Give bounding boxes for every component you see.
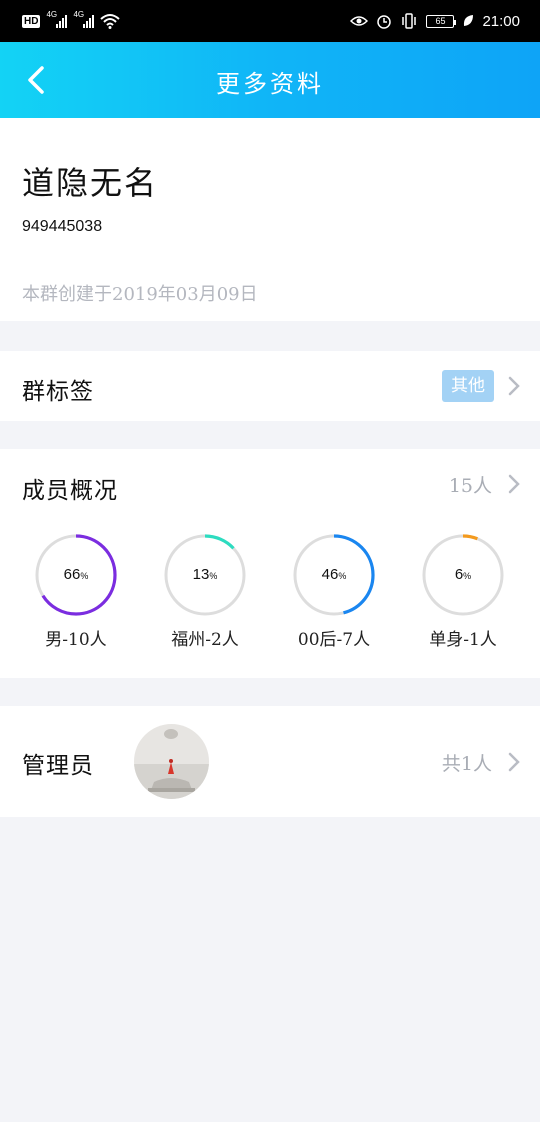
group-tag-badge: 其他	[442, 370, 494, 402]
member-stat-percent: 66%	[63, 566, 89, 583]
admin-count: 共1人	[441, 753, 492, 775]
member-stats: 66% 男-10人 13% 福州-2人 46% 00后-7人 6% 单身-1人	[0, 533, 540, 663]
wifi-icon	[100, 14, 121, 29]
group-tag-row[interactable]: 群标签 其他	[0, 351, 540, 421]
member-stat-2: 46% 00后-7人	[284, 533, 384, 650]
member-stat-label: 福州-2人	[171, 630, 239, 650]
member-stat-3: 6% 单身-1人	[413, 533, 513, 650]
member-count: 15人	[448, 475, 492, 497]
member-stat-percent: 13%	[192, 566, 218, 583]
member-stat-1: 13% 福州-2人	[155, 533, 255, 650]
clock-time: 21:00	[482, 12, 520, 30]
app-header: 更多资料	[0, 42, 540, 118]
chevron-right-icon	[508, 752, 520, 772]
page-title: 更多资料	[216, 70, 324, 98]
signal-icon: 4G	[46, 10, 68, 28]
vibrate-icon	[402, 13, 417, 29]
group-id: 949445038	[22, 218, 103, 235]
group-tag-label: 群标签	[22, 379, 94, 405]
network-type-1: 4G	[46, 10, 58, 19]
group-info-card: 道隐无名 949445038 本群创建于2019年03月09日	[0, 118, 540, 321]
group-name: 道隐无名	[22, 164, 159, 202]
member-stat-percent: 6%	[454, 566, 472, 583]
chevron-right-icon	[508, 376, 520, 396]
member-stat-0: 66% 男-10人	[26, 533, 126, 650]
member-overview-label: 成员概况	[22, 478, 118, 504]
member-stat-label: 单身-1人	[429, 630, 497, 650]
admin-label: 管理员	[22, 753, 94, 779]
member-stat-label: 男-10人	[45, 630, 107, 650]
status-bar: HD 4G 4G 65 21:00	[0, 0, 540, 42]
hd-indicator: HD	[22, 14, 41, 28]
admin-avatar[interactable]	[134, 724, 209, 799]
member-stat-label: 00后-7人	[297, 630, 371, 650]
signal-icon-2: 4G	[73, 10, 95, 28]
battery-icon: 65	[426, 14, 457, 28]
group-created-date: 本群创建于2019年03月09日	[22, 284, 258, 305]
battery-level: 65	[435, 16, 446, 26]
leaf-icon	[464, 15, 474, 26]
eye-icon	[350, 16, 369, 26]
alarm-icon	[377, 15, 392, 29]
member-overview-card[interactable]: 成员概况 15人 66% 男-10人 13% 福州-2人 46% 00后-7人 6% 单身-1…	[0, 449, 540, 678]
network-type-2: 4G	[73, 10, 85, 19]
admin-row[interactable]: 管理员 共1人	[0, 706, 540, 817]
member-stat-percent: 46%	[321, 566, 347, 583]
chevron-right-icon	[508, 474, 520, 494]
